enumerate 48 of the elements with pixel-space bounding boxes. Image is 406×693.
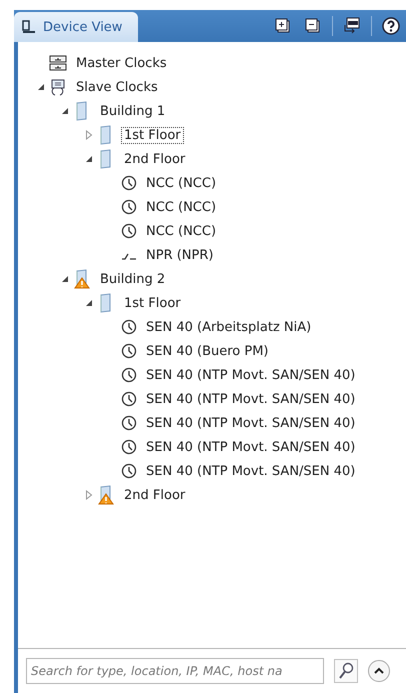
help-button[interactable] [380, 15, 402, 37]
expand-toggle[interactable] [84, 490, 92, 500]
collapse-toggle[interactable] [60, 275, 68, 283]
tree-item[interactable]: Master Clocks [74, 56, 169, 70]
expand-toggle[interactable] [84, 130, 92, 140]
clock-icon [121, 391, 137, 407]
collapse-panel-button[interactable] [368, 660, 390, 682]
clock-icon [121, 175, 137, 191]
tab-label: Device View [43, 20, 122, 34]
tree-item[interactable]: Building 2 [98, 272, 168, 286]
clock-icon [121, 463, 137, 479]
clock-icon [121, 223, 137, 239]
clock-icon [121, 319, 137, 335]
tree-item[interactable]: 2nd Floor [122, 152, 188, 166]
tree-item[interactable]: 1st Floor [122, 128, 183, 142]
tree-item[interactable]: NCC (NCC) [144, 176, 218, 190]
search-field[interactable]: Search for type, location, IP, MAC, host na [26, 658, 324, 684]
tree-item[interactable]: Building 1 [98, 104, 168, 118]
clock-icon [121, 415, 137, 431]
collapse-toggle[interactable] [84, 155, 92, 163]
search-button[interactable] [334, 659, 358, 683]
clock-icon [121, 199, 137, 215]
tree-item[interactable]: SEN 40 (NTP Movt. SAN/SEN 40) [144, 464, 358, 478]
collapse-toggle[interactable] [36, 83, 44, 91]
tree-item[interactable]: NPR (NPR) [144, 248, 216, 262]
panel-tab[interactable]: Device View [14, 12, 138, 42]
tree-item[interactable]: SEN 40 (NTP Movt. SAN/SEN 40) [144, 392, 358, 406]
tree-item[interactable]: SEN 40 (NTP Movt. SAN/SEN 40) [144, 440, 358, 454]
clock-cable-icon [49, 78, 67, 96]
collapse-toggle[interactable] [60, 107, 68, 115]
clock-icon [121, 367, 137, 383]
tree-item[interactable]: NCC (NCC) [144, 200, 218, 214]
tree-item[interactable]: Slave Clocks [74, 80, 160, 94]
chevron-up-icon [374, 667, 384, 675]
tree-item[interactable]: NCC (NCC) [144, 224, 218, 238]
tree-item[interactable]: SEN 40 (Buero PM) [144, 344, 270, 358]
door-warning-icon [73, 269, 91, 289]
clock-icon [121, 343, 137, 359]
tree-item[interactable]: 1st Floor [122, 296, 183, 310]
clock-icon [121, 439, 137, 455]
tree-item[interactable]: SEN 40 (NTP Movt. SAN/SEN 40) [144, 416, 358, 430]
tree-item[interactable]: SEN 40 (Arbeitsplatz NiA) [144, 320, 314, 334]
door-warning-icon [97, 485, 115, 505]
device-icon [22, 20, 36, 34]
tree-item[interactable]: 2nd Floor [122, 488, 188, 502]
collapse-toggle[interactable] [84, 299, 92, 307]
clock-rack-icon [49, 55, 67, 71]
tree-item[interactable]: SEN 40 (NTP Movt. SAN/SEN 40) [144, 368, 358, 382]
